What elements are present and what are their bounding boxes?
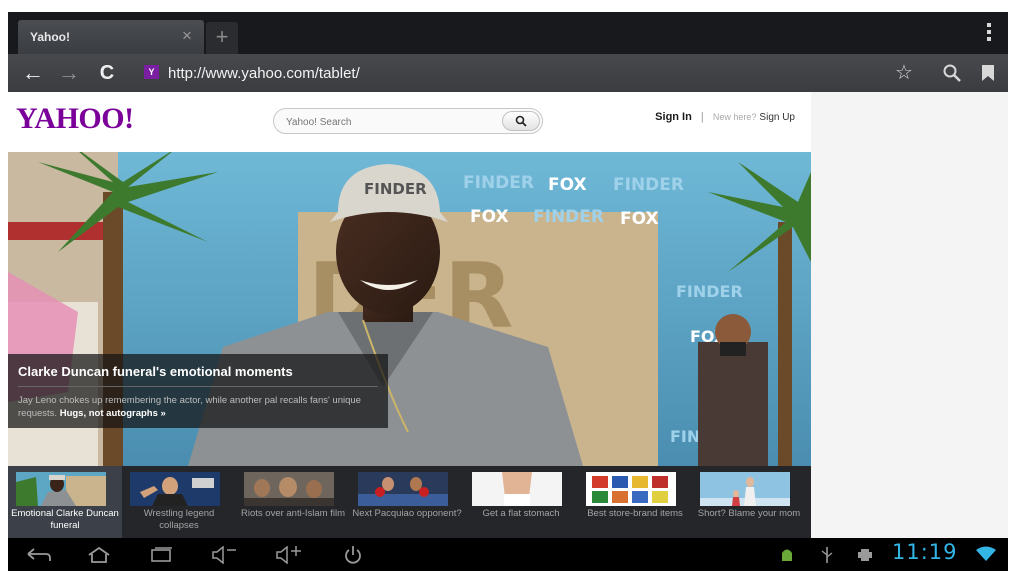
reload-button[interactable]: C — [92, 58, 122, 88]
sign-up-link[interactable]: Sign Up — [759, 112, 795, 123]
thumb-item[interactable]: Short? Blame your mom — [692, 466, 806, 538]
hero-title[interactable]: Clarke Duncan funeral's emotional moment… — [18, 364, 293, 379]
thumb-image — [244, 472, 334, 506]
web-page: YAHOO! Sign In | New here? Sign Up — [8, 92, 811, 538]
hero-summary: Jay Leno chokes up remembering the actor… — [18, 394, 378, 420]
sign-text: FINDER — [613, 175, 684, 195]
thumb-label: Riots over anti-Islam film — [241, 508, 345, 519]
thumb-item[interactable]: Wrestling legend collapses — [122, 466, 236, 538]
search-input[interactable] — [286, 114, 486, 130]
thumb-label: Best store-brand items — [587, 508, 683, 519]
volume-up-icon[interactable] — [272, 542, 306, 568]
thumb-item[interactable]: Next Pacquiao opponent? — [350, 466, 464, 538]
thumb-label: Emotional Clarke Duncan funeral — [11, 508, 119, 531]
new-tab-button[interactable]: + — [206, 22, 238, 54]
yahoo-header: YAHOO! Sign In | New here? Sign Up — [8, 92, 811, 152]
search-box — [273, 108, 543, 134]
back-nav-icon[interactable] — [24, 542, 54, 568]
thumb-image — [358, 472, 448, 506]
thumb-item[interactable]: Get a flat stomach — [464, 466, 578, 538]
system-bar: 11:19 — [8, 538, 1008, 571]
usb-icon — [816, 542, 838, 568]
address-bar: ← → C Y ☆ — [8, 54, 1008, 92]
tab-yahoo[interactable]: Yahoo! × — [18, 20, 204, 54]
sign-text: FINDER — [676, 282, 743, 301]
page-blank-area — [811, 92, 1008, 538]
sign-text: FINDER — [533, 207, 604, 227]
recent-apps-icon[interactable] — [146, 542, 176, 568]
tab-strip: Yahoo! × + — [8, 12, 1008, 54]
sign-text: FINDER — [463, 173, 534, 193]
hero-caption: Clarke Duncan funeral's emotional moment… — [8, 354, 388, 428]
search-icon[interactable] — [938, 59, 966, 87]
thumb-label: Wrestling legend collapses — [143, 508, 215, 531]
thumb-label: Get a flat stomach — [482, 508, 560, 519]
android-debug-icon — [776, 542, 798, 568]
thumb-image — [130, 472, 220, 506]
thumb-label: Next Pacquiao opponent? — [352, 508, 462, 519]
power-icon[interactable] — [338, 542, 368, 568]
thumb-item[interactable]: Best store-brand items — [578, 466, 692, 538]
new-here-text: New here? — [712, 112, 757, 122]
tab-close-icon[interactable]: × — [182, 26, 192, 46]
cap-text: FINDER — [364, 180, 427, 198]
home-nav-icon[interactable] — [84, 542, 114, 568]
tablet-screen: Yahoo! × + ← → C Y ☆ YAHOO! — [0, 0, 1010, 571]
story-thumbnail-strip: Emotional Clarke Duncan funeral Wrestlin… — [8, 466, 811, 538]
thumb-image — [16, 472, 106, 506]
tab-title: Yahoo! — [30, 30, 71, 44]
thumb-image — [472, 472, 562, 506]
thumb-image — [700, 472, 790, 506]
sign-text: FOX — [620, 209, 659, 229]
bookmarks-icon[interactable] — [974, 59, 1002, 87]
search-button[interactable] — [502, 111, 540, 131]
caption-divider — [18, 386, 378, 387]
forward-button[interactable]: → — [54, 58, 84, 88]
magnifier-icon — [515, 115, 527, 127]
volume-down-icon[interactable] — [208, 542, 242, 568]
overflow-menu-icon[interactable] — [984, 20, 994, 46]
bookmark-star-icon[interactable]: ☆ — [890, 59, 918, 87]
separator: | — [700, 111, 704, 123]
thumb-item[interactable]: Riots over anti-Islam film — [236, 466, 350, 538]
back-button[interactable]: ← — [18, 58, 48, 88]
notification-icon — [854, 542, 876, 568]
thumb-item[interactable]: Emotional Clarke Duncan funeral — [8, 466, 122, 538]
wifi-icon — [976, 546, 996, 561]
hero-story[interactable]: DER OX FINDER FOX FINDER FOX FINDER FOX … — [8, 152, 811, 466]
sign-text: FOX — [548, 175, 587, 195]
thumb-label: Short? Blame your mom — [697, 508, 801, 519]
yahoo-logo[interactable]: YAHOO! — [16, 102, 134, 136]
sign-in-link[interactable]: Sign In — [655, 111, 692, 123]
url-input[interactable] — [168, 61, 868, 85]
site-favicon-icon: Y — [144, 65, 159, 79]
hero-read-more-link[interactable]: Hugs, not autographs » — [60, 408, 166, 419]
account-links: Sign In | New here? Sign Up — [655, 111, 795, 123]
thumb-image — [586, 472, 676, 506]
sign-text: FOX — [470, 207, 509, 227]
status-clock[interactable]: 11:19 — [892, 540, 958, 564]
